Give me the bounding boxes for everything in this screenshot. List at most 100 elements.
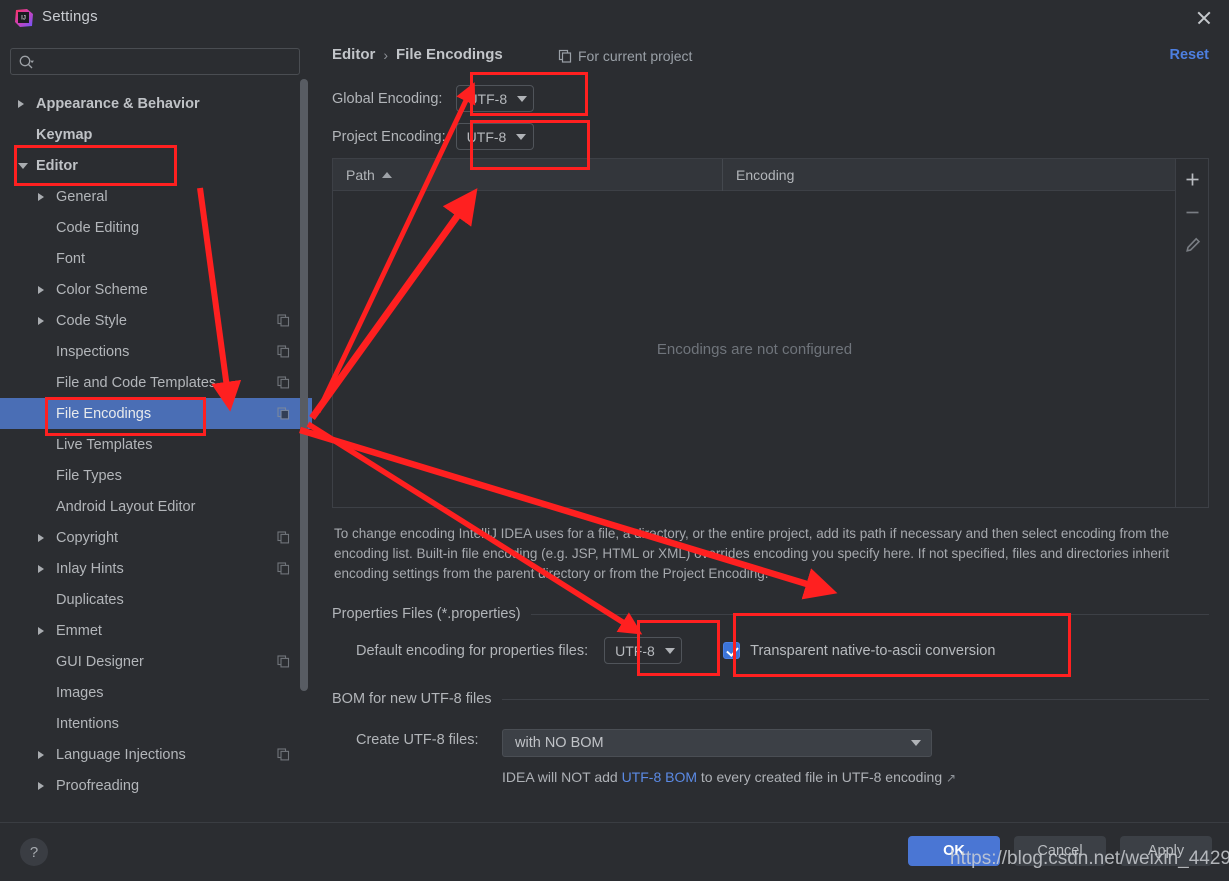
- table-body[interactable]: Encodings are not configured: [333, 191, 1176, 507]
- sidebar-item-code-style[interactable]: Code Style: [0, 305, 312, 336]
- sidebar-item-label: File Types: [56, 467, 122, 484]
- sidebar-item-editor[interactable]: Editor: [0, 150, 312, 181]
- encodings-help-text: To change encoding IntelliJ IDEA uses fo…: [334, 526, 1170, 581]
- sidebar-item-language-injections[interactable]: Language Injections: [0, 739, 312, 770]
- chevron-down-icon: [516, 133, 527, 140]
- sidebar-item-label: Code Editing: [56, 219, 140, 236]
- sidebar-item-duplicates[interactable]: Duplicates: [0, 584, 312, 615]
- copy-scope-icon: [277, 748, 290, 761]
- chevron-right-icon[interactable]: [38, 750, 44, 759]
- apply-button[interactable]: Apply: [1120, 836, 1212, 866]
- for-current-project-button[interactable]: For current project: [558, 48, 692, 64]
- sidebar-item-color-scheme[interactable]: Color Scheme: [0, 274, 312, 305]
- column-header-encoding[interactable]: Encoding: [723, 159, 794, 191]
- sidebar-item-label: Intentions: [56, 715, 119, 732]
- global-encoding-row: Global Encoding: UTF-8: [332, 85, 535, 112]
- sidebar-scrollbar[interactable]: [300, 36, 308, 758]
- sidebar-item-label: General: [56, 188, 108, 205]
- sidebar-item-gui-designer[interactable]: GUI Designer: [0, 646, 312, 677]
- chevron-right-icon[interactable]: [38, 533, 44, 542]
- sidebar-item-label: File and Code Templates: [56, 374, 217, 391]
- properties-encoding-combo[interactable]: UTF-8: [604, 637, 683, 664]
- sidebar-item-label: File Encodings: [56, 405, 152, 422]
- chevron-right-icon[interactable]: [38, 564, 44, 573]
- edit-row-button[interactable]: [1176, 229, 1209, 261]
- reset-button[interactable]: Reset: [1170, 47, 1210, 63]
- sidebar-item-textmate-bundles[interactable]: TextMate Bundles: [0, 801, 312, 811]
- sidebar-item-keymap[interactable]: Keymap: [0, 119, 312, 150]
- chevron-right-icon[interactable]: [38, 285, 44, 294]
- sidebar-item-live-templates[interactable]: Live Templates: [0, 429, 312, 460]
- copy-scope-icon: [277, 562, 290, 575]
- external-link-icon[interactable]: ↗: [946, 771, 956, 785]
- create-utf8-value: with NO BOM: [515, 735, 604, 751]
- sidebar-item-label: Editor: [36, 157, 78, 174]
- sidebar-item-file-types[interactable]: File Types: [0, 460, 312, 491]
- settings-tree[interactable]: Appearance & Behavior Keymap Editor General…: [0, 88, 312, 810]
- settings-content: Editor › File Encodings For current proj…: [312, 36, 1229, 822]
- transparent-conversion-checkbox[interactable]: Transparent native-to-ascii conversion: [723, 642, 995, 659]
- help-button[interactable]: ?: [20, 838, 48, 866]
- settings-sidebar: Appearance & Behavior Keymap Editor General…: [0, 36, 312, 822]
- close-icon[interactable]: [1193, 7, 1215, 29]
- sidebar-item-label: Proofreading: [56, 777, 140, 794]
- sidebar-item-label: Inspections: [56, 343, 130, 360]
- chevron-right-icon[interactable]: [18, 99, 24, 108]
- sidebar-item-proofreading[interactable]: Proofreading: [0, 770, 312, 801]
- sidebar-item-label: Inlay Hints: [56, 560, 124, 577]
- column-header-encoding-label: Encoding: [736, 166, 795, 183]
- sidebar-item-label: GUI Designer: [56, 653, 144, 670]
- sidebar-item-file-encodings[interactable]: File Encodings: [0, 398, 312, 429]
- create-utf8-combo[interactable]: with NO BOM: [502, 729, 932, 757]
- sidebar-item-label: Emmet: [56, 622, 102, 639]
- sidebar-item-label: Android Layout Editor: [56, 498, 196, 515]
- sidebar-item-label: Code Style: [56, 312, 127, 329]
- sidebar-item-label: Appearance & Behavior: [36, 95, 200, 112]
- sidebar-item-general[interactable]: General: [0, 181, 312, 212]
- table-toolbar: [1175, 159, 1208, 507]
- global-encoding-combo[interactable]: UTF-8: [456, 85, 535, 112]
- remove-row-button[interactable]: [1176, 196, 1209, 228]
- sidebar-item-code-editing[interactable]: Code Editing: [0, 212, 312, 243]
- column-header-path[interactable]: Path: [333, 158, 723, 191]
- chevron-right-icon[interactable]: [38, 626, 44, 635]
- utf8-bom-link[interactable]: UTF-8 BOM: [622, 769, 697, 785]
- sidebar-item-font[interactable]: Font: [0, 243, 312, 274]
- sidebar-item-label: Keymap: [36, 126, 93, 143]
- bom-group-title: BOM for new UTF-8 files: [332, 691, 492, 707]
- sidebar-item-appearance-behavior[interactable]: Appearance & Behavior: [0, 88, 312, 119]
- chevron-right-icon[interactable]: [38, 192, 44, 201]
- sidebar-item-images[interactable]: Images: [0, 677, 312, 708]
- cancel-button[interactable]: Cancel: [1014, 836, 1106, 866]
- search-box[interactable]: [10, 48, 300, 75]
- add-row-button[interactable]: [1176, 163, 1209, 195]
- sidebar-scrollbar-thumb[interactable]: [300, 79, 308, 691]
- sidebar-item-copyright[interactable]: Copyright: [0, 522, 312, 553]
- sidebar-item-label: Font: [56, 250, 86, 267]
- chevron-right-icon[interactable]: [38, 781, 44, 790]
- chevron-down-icon: [911, 740, 921, 746]
- chevron-down-icon[interactable]: [18, 162, 28, 169]
- project-encoding-value: UTF-8: [466, 128, 507, 145]
- chevron-down-icon: [664, 647, 675, 654]
- sidebar-item-intentions[interactable]: Intentions: [0, 708, 312, 739]
- pencil-icon: [1185, 237, 1200, 252]
- sidebar-item-inspections[interactable]: Inspections: [0, 336, 312, 367]
- for-current-project-label: For current project: [578, 48, 693, 64]
- search-input[interactable]: [41, 49, 296, 74]
- chevron-right-icon[interactable]: [38, 316, 44, 325]
- project-encoding-combo[interactable]: UTF-8: [455, 123, 534, 150]
- sidebar-item-file-and-code-templates[interactable]: File and Code Templates: [0, 367, 312, 398]
- breadcrumb-current: File Encodings: [396, 46, 503, 63]
- global-encoding-label: Global Encoding:: [332, 90, 443, 107]
- search-icon: [19, 55, 34, 69]
- sidebar-item-emmet[interactable]: Emmet: [0, 615, 312, 646]
- project-encoding-label: Project Encoding:: [332, 128, 446, 145]
- sidebar-item-android-layout-editor[interactable]: Android Layout Editor: [0, 491, 312, 522]
- sidebar-item-inlay-hints[interactable]: Inlay Hints: [0, 553, 312, 584]
- breadcrumb-parent[interactable]: Editor: [332, 46, 375, 63]
- ok-button[interactable]: OK: [908, 836, 1000, 866]
- settings-dialog: IJ Settings Appearance & Behavior Keymap E…: [0, 0, 1229, 881]
- checkbox-checked-icon: [723, 642, 741, 659]
- create-utf8-row: Create UTF-8 files:: [356, 732, 478, 748]
